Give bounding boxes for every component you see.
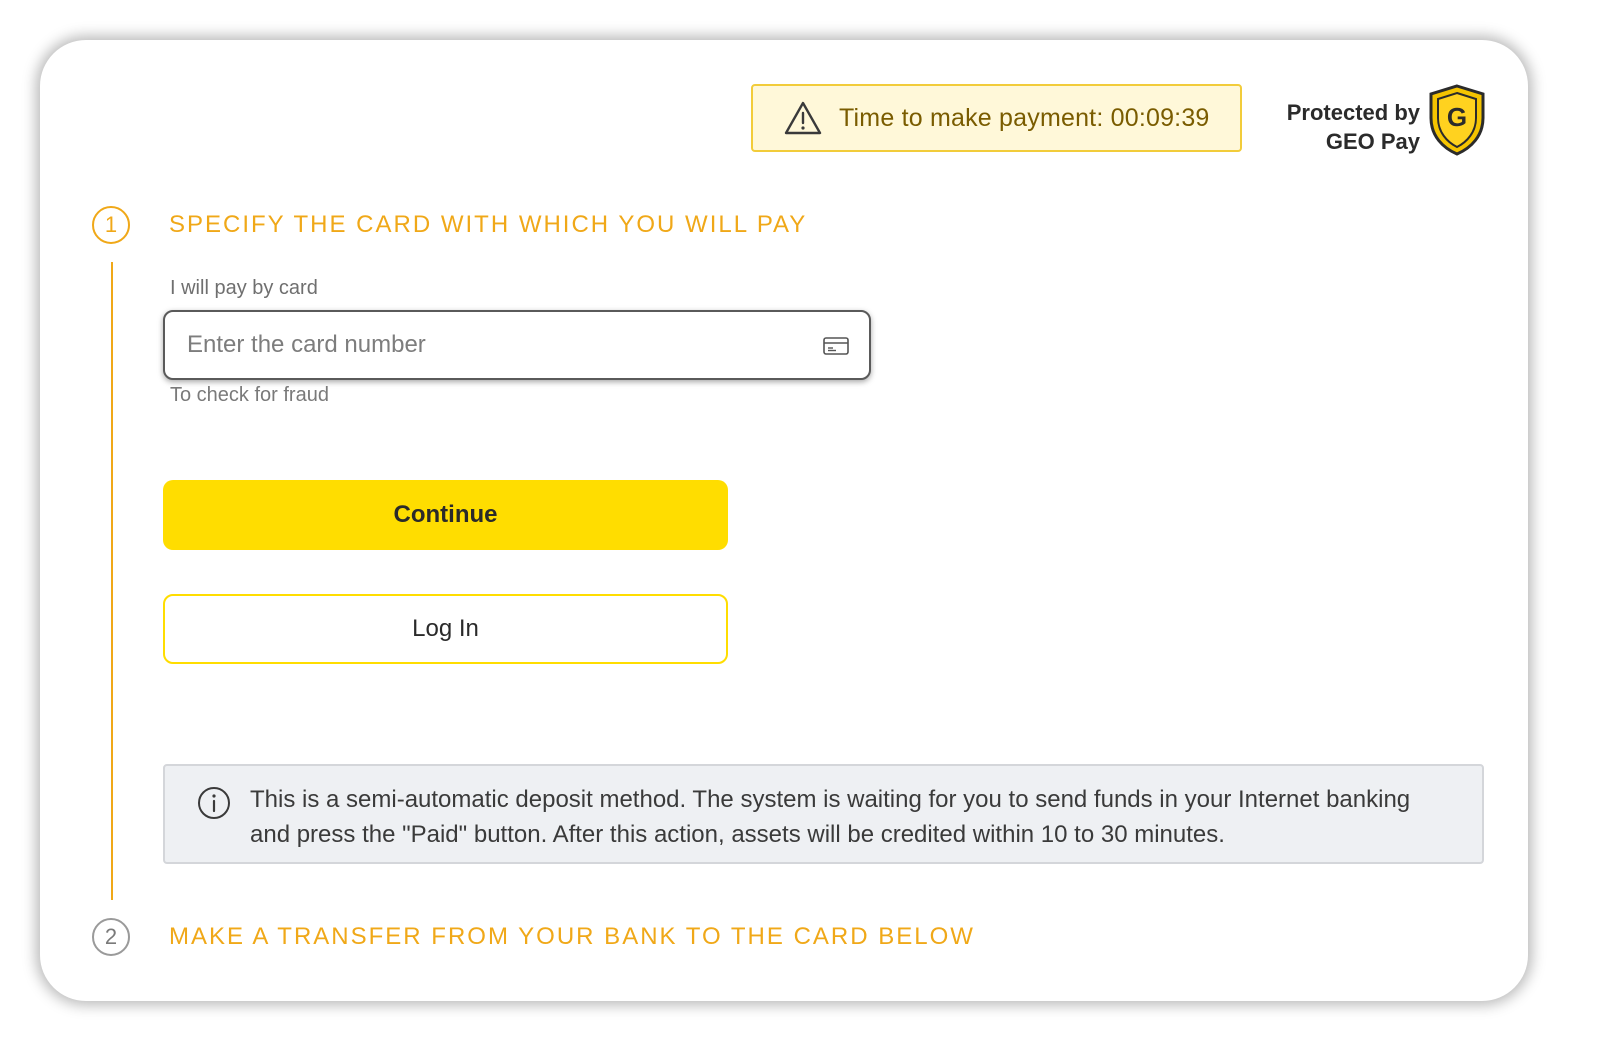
shield-letter: G [1447,102,1467,132]
step-1-title: SPECIFY THE CARD WITH WHICH YOU WILL PAY [169,211,808,238]
card-number-field[interactable] [163,310,871,380]
continue-button[interactable]: Continue [163,480,728,550]
credit-card-icon [823,337,849,355]
card-field-label: I will pay by card [170,277,318,299]
card-field-hint: To check for fraud [170,384,329,406]
step-connector-line [111,262,113,900]
payment-timer-banner: Time to make payment: 00:09:39 [751,84,1242,152]
step-2-title: MAKE A TRANSFER FROM YOUR BANK TO THE CA… [169,923,975,950]
shield-icon: G [1429,84,1485,156]
info-text: This is a semi-automatic deposit method.… [250,786,1411,848]
card-number-input[interactable] [165,312,805,378]
protected-by-line1: Protected by [1286,100,1420,125]
protected-by-badge: Protected by GEO Pay G [1262,84,1488,160]
step-2-indicator: 2 [92,918,130,956]
protected-by-line2: GEO Pay [1325,129,1420,154]
step-1-indicator: 1 [92,206,130,244]
log-in-button[interactable]: Log In [163,594,728,664]
info-icon [198,787,230,819]
warning-triangle-icon [784,101,822,135]
protected-by-text: Protected by GEO Pay [1287,98,1420,156]
timer-text: Time to make payment: 00:09:39 [839,103,1210,132]
info-notice: This is a semi-automatic deposit method.… [163,764,1484,864]
